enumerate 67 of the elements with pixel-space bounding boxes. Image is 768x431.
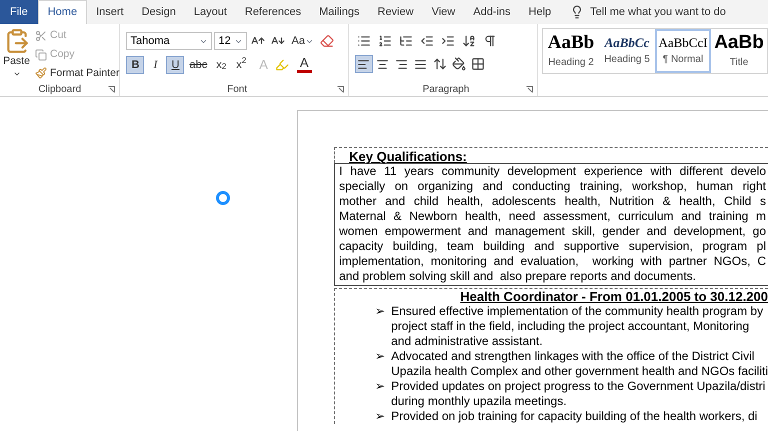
bullet-line: during monthly upazila meetings.: [391, 394, 568, 409]
clear-formatting-icon[interactable]: [318, 32, 336, 50]
bullet-line: project staff in the field, including the project accountant, Monitoring: [391, 319, 750, 334]
ribbon-tab[interactable]: Insert: [87, 0, 133, 24]
font-name-field[interactable]: Tahoma: [126, 32, 212, 50]
paragraph-line: capacity building, team building and supportive supervision, program pl: [339, 239, 767, 254]
group-label: Paragraph: [422, 82, 470, 96]
font-color-button[interactable]: A: [296, 56, 312, 74]
paintbrush-icon: [35, 67, 47, 80]
paragraph-line: and problem solving skill and also prepare reports and documents.: [339, 269, 697, 284]
bullet-marker: ➢: [375, 379, 386, 395]
ribbon-tab[interactable]: Review: [368, 0, 423, 24]
paragraph-line: specially on organizing and conducting training, workshop, human right: [339, 179, 767, 194]
job-heading: Health Coordinator - From 01.01.2005 to 30.12.200: [459, 289, 768, 304]
scissors-icon: [35, 30, 47, 42]
paragraph-line: I have 11 years community development experience with different develo: [339, 164, 767, 179]
paragraph-line: implementation, monitoring and evaluation, working with partner NGOs, C: [339, 254, 767, 269]
tell-me-search[interactable]: Tell me what you want to do: [590, 4, 726, 20]
paragraph-line: Maternal & Newborn health, need assessment, curriculum and training m: [339, 209, 767, 224]
format-button[interactable]: B: [126, 56, 144, 74]
style-gallery-item[interactable]: AaBbCcI ¶ Normal: [655, 29, 711, 73]
bullet-line: Provided updates on project progress to the Government Upazila/distri: [391, 379, 766, 394]
change-case-button[interactable]: Aa: [289, 32, 316, 50]
ribbon-tab[interactable]: View: [422, 0, 464, 24]
ribbon-tab[interactable]: Layout: [184, 0, 236, 24]
ribbon-tab[interactable]: Home: [38, 0, 88, 24]
format-painter-button[interactable]: Format Painter: [35, 66, 120, 82]
format-button[interactable]: x$_{2}$: [212, 56, 230, 74]
bullet-marker: ➢: [375, 409, 386, 424]
shading-icon[interactable]: [450, 55, 468, 73]
paragraph-line: mother and child health, adolescents health, Nutrition & health, Child s: [339, 194, 767, 209]
bullet-line: and administrative assistant.: [391, 334, 544, 349]
align-icon: [357, 58, 370, 70]
bullet-marker: ➢: [375, 304, 386, 320]
align-icon: [395, 58, 408, 70]
copy-icon: [35, 48, 47, 61]
style-gallery-item[interactable]: AaBb Title: [711, 29, 767, 73]
align-icon: [414, 58, 428, 70]
busy-cursor-icon: [215, 190, 231, 206]
alignment-button[interactable]: [354, 55, 373, 73]
ribbon-tab[interactable]: Help: [520, 0, 560, 24]
style-gallery-item[interactable]: AaBbCc Heading 5: [599, 29, 655, 73]
section-heading: Key Qualifications:: [349, 149, 467, 164]
bullet-line: Advocated and strengthen linkages with the office of the District Civil: [391, 349, 756, 364]
group-label: Font: [227, 82, 248, 96]
bullet-line: Upazila health Complex and other government health and NGOs faciliti: [391, 364, 768, 379]
ribbon-tab[interactable]: References: [236, 0, 310, 24]
ribbon-tab[interactable]: Add-ins: [464, 0, 520, 24]
font-size-field[interactable]: 12: [214, 32, 248, 50]
align-icon: [376, 58, 390, 70]
dialog-launcher-icon[interactable]: [526, 86, 533, 93]
ribbon-tab[interactable]: Mailings: [310, 0, 368, 24]
paragraph-line: women empowerment and management skill, gender and development, go: [339, 224, 767, 239]
group-label: Clipboard: [38, 82, 82, 96]
format-button[interactable]: abc: [186, 56, 210, 74]
format-button[interactable]: U: [166, 56, 184, 74]
format-button[interactable]: x$^{2}$: [232, 56, 250, 74]
dialog-launcher-icon[interactable]: [108, 86, 116, 93]
ribbon-tab[interactable]: Design: [132, 0, 185, 24]
paste-button[interactable]: Paste: [0, 28, 33, 82]
format-button[interactable]: I: [146, 56, 164, 74]
dialog-launcher-icon[interactable]: [336, 86, 344, 93]
bullet-line: Provided on job training for capacity building of the health workers, di: [391, 409, 758, 424]
bullet-marker: ➢: [375, 349, 386, 365]
file-tab[interactable]: File: [0, 0, 38, 24]
style-gallery-item[interactable]: AaBb Heading 2: [543, 29, 599, 73]
bullet-line: Ensured effective implementation of the community health program by: [391, 304, 764, 319]
